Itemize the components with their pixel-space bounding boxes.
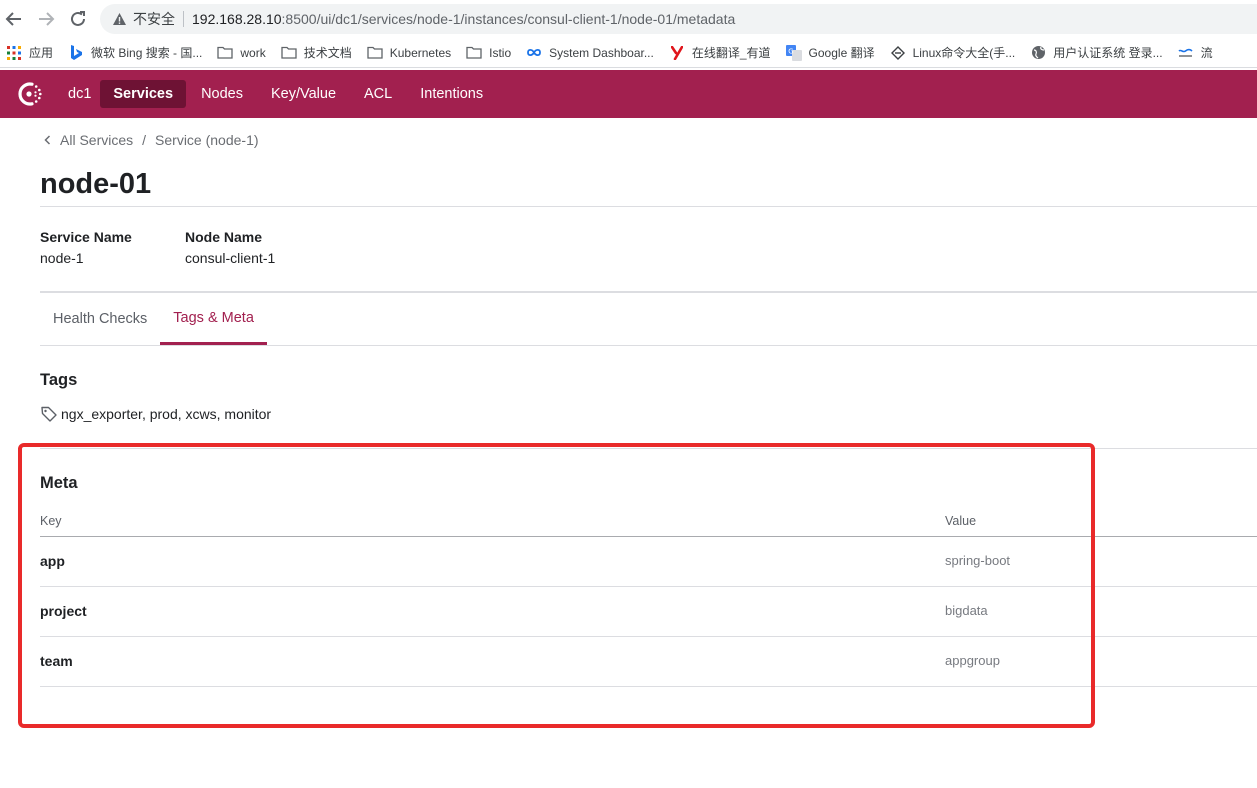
insecure-label: 不安全 bbox=[133, 11, 175, 27]
bookmark-label: 用户认证系统 登录... bbox=[1053, 46, 1163, 60]
folder-icon bbox=[367, 45, 383, 61]
bookmark-kubernetes[interactable]: Kubernetes bbox=[367, 45, 451, 61]
infinity-icon bbox=[526, 45, 542, 61]
consul-logo-icon[interactable] bbox=[15, 79, 45, 109]
svg-text:G: G bbox=[788, 47, 793, 55]
bookmark-tech-docs[interactable]: 技术文档 bbox=[281, 44, 352, 61]
address-bar[interactable]: 不安全 192.168.28.10:8500/ui/dc1/services/n… bbox=[100, 4, 1257, 34]
service-name-block: Service Name node-1 bbox=[40, 229, 132, 266]
tags-value: ngx_exporter, prod, xcws, monitor bbox=[61, 406, 272, 422]
bookmark-system-dashboard[interactable]: System Dashboar... bbox=[526, 45, 654, 61]
back-arrow-icon[interactable] bbox=[3, 8, 25, 30]
node-name-label: Node Name bbox=[185, 229, 263, 245]
bookmark-label: 在线翻译_有道 bbox=[691, 46, 771, 60]
page-title: node-01 bbox=[40, 168, 152, 200]
bookmark-bing[interactable]: 微软 Bing 搜索 - 国... bbox=[68, 44, 202, 61]
tab-tags-meta[interactable]: Tags & Meta bbox=[160, 293, 267, 345]
divider bbox=[40, 206, 1257, 207]
bookmarks-bar: 应用 微软 Bing 搜索 - 国... work 技术文档 Kubernete… bbox=[0, 38, 1257, 68]
menu-nodes[interactable]: Nodes bbox=[188, 80, 256, 108]
chevron-left-icon bbox=[44, 132, 51, 148]
bookmark-label: 微软 Bing 搜索 - 国... bbox=[91, 46, 203, 60]
bookmark-label: Istio bbox=[489, 45, 512, 60]
bookmark-label: System Dashboar... bbox=[549, 45, 654, 60]
bookmark-istio[interactable]: Istio bbox=[466, 45, 511, 61]
address-separator bbox=[183, 11, 184, 27]
bookmark-label: Kubernetes bbox=[389, 45, 452, 60]
wave-icon bbox=[1178, 45, 1194, 61]
youdao-logo-icon bbox=[669, 45, 685, 61]
bookmark-label: Google 翻译 bbox=[808, 46, 875, 60]
menu-key-value[interactable]: Key/Value bbox=[258, 80, 349, 108]
url-path: :8500/ui/dc1/services/node-1/instances/c… bbox=[281, 11, 736, 27]
tags-heading: Tags bbox=[40, 371, 78, 389]
node-name-value[interactable]: consul-client-1 bbox=[185, 250, 275, 266]
breadcrumb-service[interactable]: Service (node-1) bbox=[155, 132, 259, 148]
breadcrumb-separator: / bbox=[142, 132, 147, 148]
url-host: 192.168.28.10 bbox=[192, 11, 282, 27]
warning-triangle-icon[interactable] bbox=[111, 11, 127, 27]
tag-icon bbox=[41, 406, 57, 422]
bookmark-label: 流 bbox=[1200, 46, 1213, 60]
node-name-block: Node Name consul-client-1 bbox=[185, 229, 275, 266]
folder-icon bbox=[281, 45, 297, 61]
menu-services[interactable]: Services bbox=[100, 80, 187, 108]
highlight-box bbox=[18, 443, 1095, 728]
google-translate-icon: G bbox=[785, 44, 802, 61]
apps-grid-icon bbox=[6, 45, 22, 61]
menu-intentions[interactable]: Intentions bbox=[407, 80, 496, 108]
menu-acl[interactable]: ACL bbox=[351, 80, 405, 108]
datacenter-selector[interactable]: dc1 bbox=[68, 86, 91, 102]
service-name-label: Service Name bbox=[40, 229, 132, 245]
bookmark-more[interactable]: 流 bbox=[1178, 44, 1213, 61]
bookmark-label: work bbox=[240, 45, 266, 60]
bookmark-google-translate[interactable]: G Google 翻译 bbox=[785, 44, 875, 61]
bookmark-work[interactable]: work bbox=[217, 45, 266, 61]
folder-icon bbox=[217, 45, 234, 61]
app-header: dc1 Services Nodes Key/Value ACL Intenti… bbox=[0, 70, 1257, 118]
service-name-value: node-1 bbox=[40, 250, 84, 266]
forward-arrow-icon[interactable] bbox=[35, 8, 57, 30]
globe-icon bbox=[1030, 45, 1046, 61]
diamond-icon bbox=[890, 45, 906, 61]
bookmark-apps[interactable]: 应用 bbox=[6, 44, 53, 61]
breadcrumb: All Services / Service (node-1) bbox=[44, 132, 259, 148]
main-menu: Services Nodes Key/Value ACL Intentions bbox=[100, 80, 498, 108]
reload-icon[interactable] bbox=[67, 8, 89, 30]
folder-icon bbox=[466, 45, 482, 61]
bookmark-youdao[interactable]: 在线翻译_有道 bbox=[669, 44, 771, 61]
breadcrumb-all-services[interactable]: All Services bbox=[60, 132, 133, 148]
bookmark-label: 技术文档 bbox=[303, 46, 352, 60]
bookmark-label: 应用 bbox=[29, 46, 54, 60]
bookmark-linux-commands[interactable]: Linux命令大全(手... bbox=[890, 44, 1016, 61]
tab-health-checks[interactable]: Health Checks bbox=[40, 293, 160, 345]
bing-logo-icon bbox=[68, 45, 84, 61]
browser-toolbar: 不安全 192.168.28.10:8500/ui/dc1/services/n… bbox=[0, 0, 1257, 38]
bookmark-auth-system[interactable]: 用户认证系统 登录... bbox=[1030, 44, 1163, 61]
bookmark-label: Linux命令大全(手... bbox=[912, 46, 1016, 60]
tab-bar: Health Checks Tags & Meta bbox=[40, 293, 1257, 346]
tags-list: ngx_exporter, prod, xcws, monitor bbox=[40, 405, 271, 423]
